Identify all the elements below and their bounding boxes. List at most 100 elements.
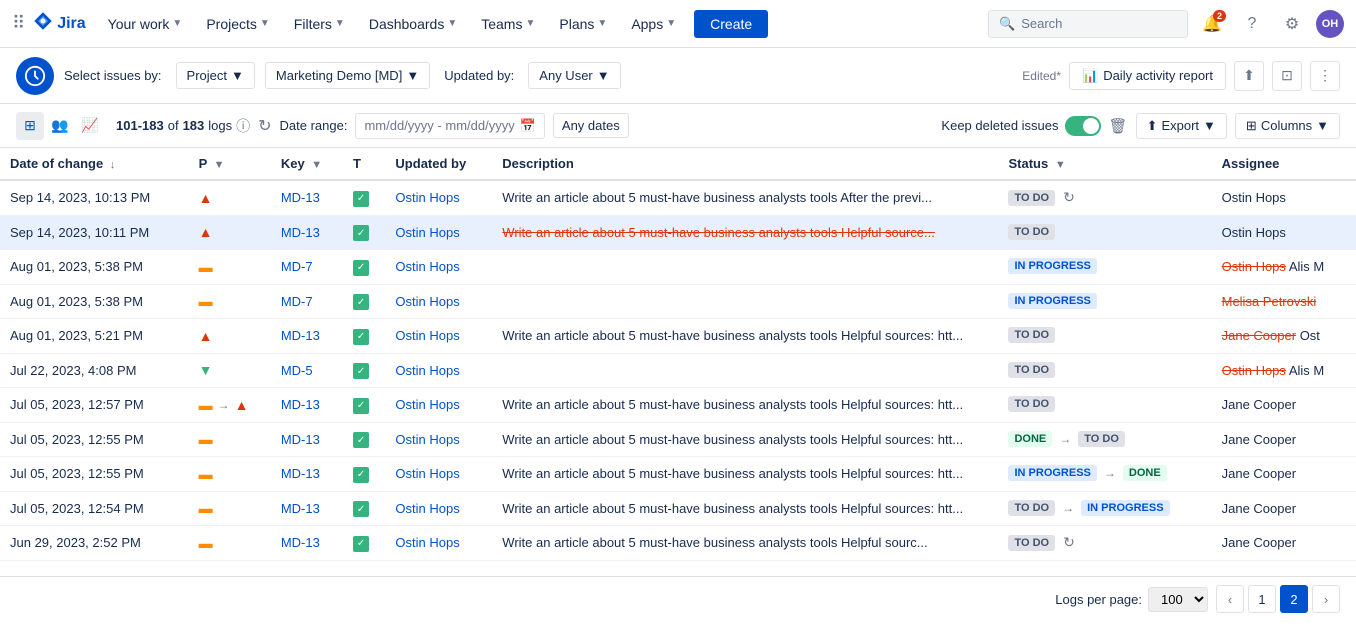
grid-view-button[interactable]: ⊞ [16,112,44,140]
updated-by-cell[interactable]: Ostin Hops [385,491,492,526]
updated-by-cell[interactable]: Ostin Hops [385,180,492,215]
updated-by-link[interactable]: Ostin Hops [395,259,459,274]
search-box[interactable]: 🔍 Search [988,10,1188,38]
project-type-dropdown[interactable]: Project ▼ [176,62,255,89]
activity-report-button[interactable]: 📊 Daily activity report [1069,62,1226,90]
issue-key-link[interactable]: MD-13 [281,466,320,481]
updated-by-link[interactable]: Ostin Hops [395,363,459,378]
issue-key-link[interactable]: MD-13 [281,535,320,550]
col-updated-by: Updated by [385,148,492,180]
key-cell[interactable]: MD-7 [271,250,343,285]
help-button[interactable]: ? [1236,8,1268,40]
any-user-dropdown[interactable]: Any User ▼ [528,62,620,89]
priority-high-icon: ▲ [199,224,213,240]
issue-key-link[interactable]: MD-7 [281,259,313,274]
page-1-button[interactable]: 1 [1248,585,1276,613]
key-cell[interactable]: MD-7 [271,284,343,319]
status-refresh-icon[interactable]: ↻ [1063,534,1075,551]
key-cell[interactable]: MD-13 [271,388,343,423]
embed-button[interactable]: ⊡ [1272,61,1302,91]
keep-deleted-toggle[interactable] [1065,116,1101,136]
more-options-button[interactable]: ⋮ [1310,61,1340,91]
key-cell[interactable]: MD-13 [271,215,343,250]
updated-by-cell[interactable]: Ostin Hops [385,457,492,492]
create-button[interactable]: Create [694,10,768,38]
updated-by-cell[interactable]: Ostin Hops [385,319,492,354]
project-value-dropdown[interactable]: Marketing Demo [MD] ▼ [265,62,430,89]
apps-menu[interactable]: Apps ▼ [621,12,686,36]
settings-button[interactable]: ⚙ [1276,8,1308,40]
issue-key-link[interactable]: MD-13 [281,432,320,447]
status-filter-icon[interactable]: ▼ [1055,159,1066,171]
export-button[interactable]: ⬆ Export ▼ [1136,113,1227,139]
page-2-button[interactable]: 2 [1280,585,1308,613]
notifications-button[interactable]: 🔔 2 [1196,8,1228,40]
plans-menu[interactable]: Plans ▼ [549,12,617,36]
next-page-button[interactable]: › [1312,585,1340,613]
updated-by-link[interactable]: Ostin Hops [395,432,459,447]
info-icon[interactable]: ⓘ [236,116,250,136]
issue-key-link[interactable]: MD-13 [281,328,320,343]
key-cell[interactable]: MD-13 [271,457,343,492]
key-cell[interactable]: MD-13 [271,526,343,561]
people-view-button[interactable]: 👥 [46,112,74,140]
gear-icon: ⚙ [1285,14,1299,34]
user-avatar[interactable]: OH [1316,10,1344,38]
filters-menu[interactable]: Filters ▼ [284,12,355,36]
updated-by-link[interactable]: Ostin Hops [395,328,459,343]
table-row: Jul 05, 2023, 12:57 PM▬→▲MD-13✓Ostin Hop… [0,388,1356,423]
share-button[interactable]: ⬆ [1234,61,1264,91]
updated-by-link[interactable]: Ostin Hops [395,294,459,309]
trash-icon[interactable]: 🗑 [1109,117,1128,135]
any-dates-button[interactable]: Any dates [553,113,629,138]
grid-icon[interactable]: ⠿ [12,13,25,34]
updated-by-link[interactable]: Ostin Hops [395,225,459,240]
updated-by-link[interactable]: Ostin Hops [395,535,459,550]
per-page-select[interactable]: 100 50 25 [1148,587,1208,612]
updated-by-cell[interactable]: Ostin Hops [385,388,492,423]
updated-by-link[interactable]: Ostin Hops [395,190,459,205]
date-input[interactable]: mm/dd/yyyy - mm/dd/yyyy 📅 [355,113,544,139]
your-work-menu[interactable]: Your work ▼ [98,12,193,36]
updated-by-cell[interactable]: Ostin Hops [385,526,492,561]
priority-cell: ▲ [189,180,271,215]
updated-by-cell[interactable]: Ostin Hops [385,353,492,388]
updated-by-cell[interactable]: Ostin Hops [385,215,492,250]
issue-key-link[interactable]: MD-13 [281,225,320,240]
updated-by-cell[interactable]: Ostin Hops [385,250,492,285]
issue-key-link[interactable]: MD-5 [281,363,313,378]
dashboards-menu[interactable]: Dashboards ▼ [359,12,467,36]
issue-key-link[interactable]: MD-7 [281,294,313,309]
projects-menu[interactable]: Projects ▼ [196,12,279,36]
issues-table: Date of change ↓ P ▼ Key ▼ T Updated by … [0,148,1356,561]
issue-key-link[interactable]: MD-13 [281,397,320,412]
updated-by-link[interactable]: Ostin Hops [395,501,459,516]
key-cell[interactable]: MD-13 [271,491,343,526]
updated-by-cell[interactable]: Ostin Hops [385,284,492,319]
prev-page-button[interactable]: ‹ [1216,585,1244,613]
description-cell: Write an article about 5 must-have busin… [492,215,998,250]
description-text: Write an article about 5 must-have busin… [502,397,963,412]
issue-key-link[interactable]: MD-13 [281,190,320,205]
key-cell[interactable]: MD-13 [271,422,343,457]
date-sort-icon[interactable]: ↓ [110,159,116,171]
key-cell[interactable]: MD-5 [271,353,343,388]
status-refresh-icon[interactable]: ↻ [1063,189,1075,206]
status2-badge: TO DO [1078,431,1125,447]
priority-filter-icon[interactable]: ▼ [214,159,225,171]
chart-view-button[interactable]: 📈 [76,112,104,140]
key-cell[interactable]: MD-13 [271,319,343,354]
updated-by-cell[interactable]: Ostin Hops [385,422,492,457]
updated-by-link[interactable]: Ostin Hops [395,397,459,412]
description-cell: Write an article about 5 must-have busin… [492,180,998,215]
embed-icon: ⊡ [1281,67,1293,84]
key-filter-icon[interactable]: ▼ [311,159,322,171]
description-cell: Write an article about 5 must-have busin… [492,457,998,492]
refresh-icon[interactable]: ↻ [258,116,271,136]
key-cell[interactable]: MD-13 [271,180,343,215]
teams-menu[interactable]: Teams ▼ [471,12,545,36]
jira-logo[interactable]: Jira [33,11,85,36]
columns-button[interactable]: ⊞ Columns ▼ [1235,113,1340,139]
updated-by-link[interactable]: Ostin Hops [395,466,459,481]
issue-key-link[interactable]: MD-13 [281,501,320,516]
